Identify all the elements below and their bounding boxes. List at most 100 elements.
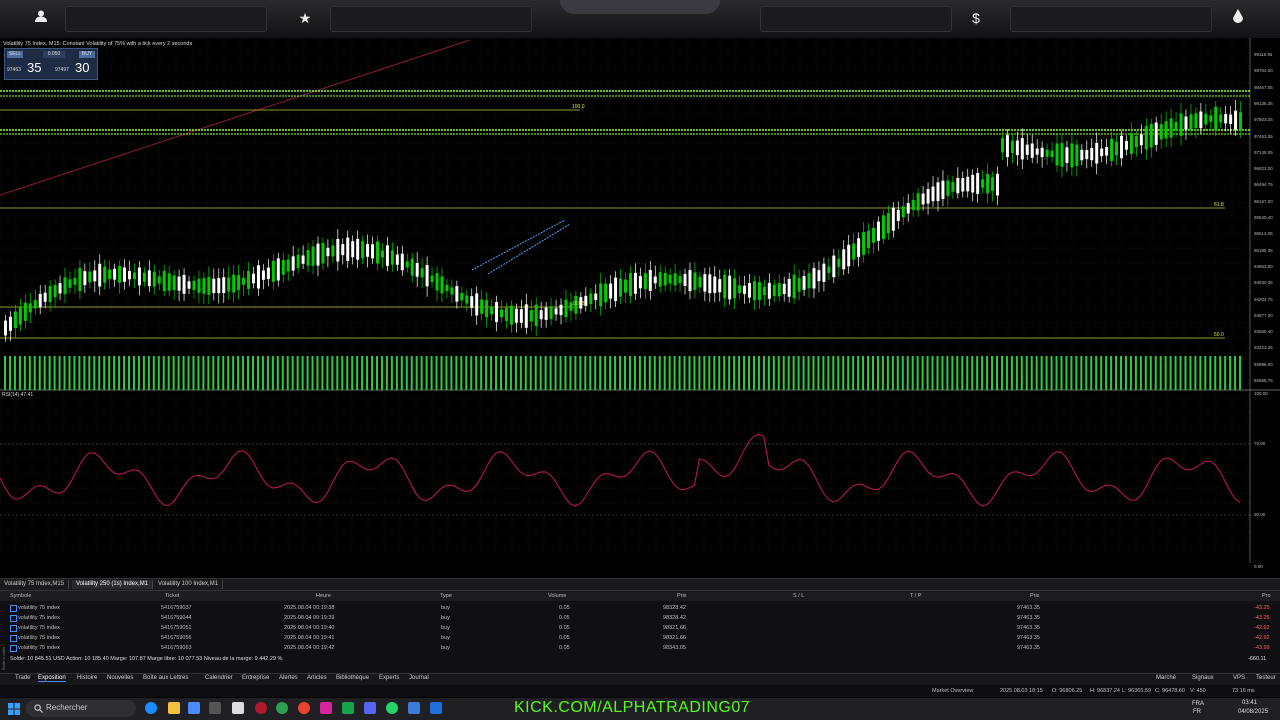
- app-icon[interactable]: [255, 702, 267, 714]
- volume-bar: [410, 356, 413, 390]
- terminal-tab[interactable]: Calendrier: [205, 675, 233, 681]
- candle-body: [1129, 133, 1133, 154]
- status-market-overview[interactable]: Market Overview: [932, 688, 973, 694]
- tester-tab[interactable]: Testeur: [1256, 675, 1276, 681]
- settings-icon[interactable]: [209, 702, 221, 714]
- clock-time[interactable]: 03:41: [1242, 700, 1257, 706]
- volume-bar: [1149, 356, 1152, 390]
- market-tab[interactable]: Marché: [1156, 675, 1176, 681]
- col-header[interactable]: Symbole: [10, 593, 31, 599]
- store-icon[interactable]: [188, 702, 200, 714]
- candle-body: [906, 203, 910, 214]
- volume-bar: [8, 356, 11, 390]
- volume-bar: [574, 356, 577, 390]
- col-header[interactable]: Type: [440, 593, 452, 599]
- candle-body: [931, 186, 935, 202]
- lot-input[interactable]: 0.050: [43, 51, 65, 58]
- chart-tab[interactable]: Volatility 100 Index,M1: [154, 580, 224, 589]
- col-header[interactable]: T / P: [910, 593, 922, 599]
- volume-bar: [1045, 356, 1048, 390]
- table-row[interactable]: volatility 75 index 5416759056 2025.08.04 …: [0, 634, 1280, 644]
- terminal-tab[interactable]: Articles: [307, 675, 327, 681]
- volume-bar: [693, 356, 696, 390]
- price-tick: 96823.00: [1254, 166, 1273, 172]
- volume-bar: [1075, 356, 1078, 390]
- app-icon[interactable]: [320, 702, 332, 714]
- time-tick: 4 Aug 19:45: [1110, 569, 1134, 570]
- terminal-tab[interactable]: Histoire: [77, 675, 97, 681]
- clock-date[interactable]: 04/08/2025: [1238, 709, 1268, 715]
- time-tick: 4 Aug 05:45: [654, 569, 678, 570]
- candle-body: [495, 301, 499, 323]
- candle-body: [376, 241, 379, 264]
- candle-body: [341, 244, 345, 256]
- explorer-icon[interactable]: [168, 702, 180, 714]
- edge-icon[interactable]: [145, 702, 157, 714]
- candle-body: [1065, 147, 1069, 164]
- discord-icon[interactable]: [364, 702, 376, 714]
- col-header[interactable]: S / L: [793, 593, 804, 599]
- vps-tab[interactable]: VPS: [1233, 675, 1245, 681]
- col-header[interactable]: Prix: [1030, 593, 1039, 599]
- candle-body: [554, 308, 558, 315]
- app-icon[interactable]: [276, 702, 288, 714]
- chart-tab-active[interactable]: Volatility 250 (1s) Index,M1: [72, 580, 154, 589]
- taskbar-search[interactable]: Rechercher: [26, 700, 136, 717]
- col-header[interactable]: Pro: [1262, 593, 1271, 599]
- price-chart[interactable]: Volatility 75 Index, M15: Constant Volat…: [0, 38, 1280, 570]
- signals-tab[interactable]: Signaux: [1192, 675, 1214, 681]
- col-header[interactable]: Prix: [677, 593, 686, 599]
- time-tick: 4 Aug 02:45: [556, 569, 580, 570]
- volume-bar: [28, 356, 31, 390]
- lang-bottom[interactable]: FR: [1193, 709, 1201, 715]
- volume-bar: [911, 356, 914, 390]
- terminal-tab[interactable]: Journal: [409, 675, 429, 681]
- terminal-tab[interactable]: Nouvelles: [107, 675, 133, 681]
- windows-icon[interactable]: [8, 703, 20, 717]
- sell-button[interactable]: SELL: [7, 51, 23, 58]
- candle-body: [187, 281, 191, 289]
- chrome-icon[interactable]: [298, 702, 310, 714]
- dollar-icon[interactable]: $: [966, 8, 986, 28]
- table-row[interactable]: volatility 75 index 5416759063 2025.08.04 …: [0, 644, 1280, 654]
- col-header[interactable]: Heure: [316, 593, 331, 599]
- toolbar-slot: [1010, 6, 1212, 32]
- app-icon[interactable]: [430, 702, 442, 714]
- volume-bar: [624, 356, 626, 390]
- buy-button[interactable]: BUY: [79, 51, 95, 58]
- drop-icon[interactable]: [1228, 8, 1248, 28]
- candle-body: [857, 238, 861, 257]
- candle-body: [981, 179, 985, 188]
- lang-top[interactable]: FRA: [1192, 701, 1204, 707]
- terminal-tab[interactable]: Experts: [379, 675, 399, 681]
- table-row[interactable]: volatility 75 index 5416759037 2025.08.04 …: [0, 604, 1280, 614]
- terminal-tab-active[interactable]: Exposition: [38, 675, 66, 682]
- status-open: O: 96806.25: [1052, 688, 1083, 694]
- table-row[interactable]: volatility 75 index 5416759044 2025.08.04 …: [0, 614, 1280, 624]
- user-icon[interactable]: [31, 8, 51, 28]
- app-icon[interactable]: [408, 702, 420, 714]
- toolbox-side-label[interactable]: Boite à outils: [1, 647, 7, 670]
- candle-body: [1164, 121, 1168, 139]
- chart-canvas[interactable]: [0, 38, 1280, 570]
- candle-body: [207, 277, 211, 296]
- table-row[interactable]: volatility 75 index 5416759051 2025.08.04 …: [0, 624, 1280, 634]
- top-center-tab[interactable]: [560, 0, 720, 14]
- cell-type: buy: [441, 635, 450, 641]
- terminal-tab[interactable]: Boîte aux Lettres: [143, 675, 188, 681]
- terminal-tab[interactable]: Bibliothèque: [336, 675, 369, 681]
- whatsapp-icon[interactable]: [386, 702, 398, 714]
- star-icon[interactable]: ★: [295, 8, 315, 28]
- candle-body: [137, 267, 141, 286]
- chart-tab[interactable]: Volatility 75 Index,M15: [0, 580, 70, 589]
- terminal-tab[interactable]: Entreprise: [242, 675, 269, 681]
- col-header[interactable]: Volume: [548, 593, 566, 599]
- col-header[interactable]: Ticket: [165, 593, 179, 599]
- terminal-tab[interactable]: Alertes: [279, 675, 298, 681]
- app-icon[interactable]: [342, 702, 354, 714]
- terminal-tab[interactable]: Trade: [15, 675, 30, 681]
- volume-bar: [480, 356, 483, 390]
- notepad-icon[interactable]: [232, 702, 244, 714]
- volume-bar: [271, 356, 274, 390]
- one-click-trading-panel[interactable]: SELL 0.050 BUY 97463 35 97497 30: [4, 48, 98, 80]
